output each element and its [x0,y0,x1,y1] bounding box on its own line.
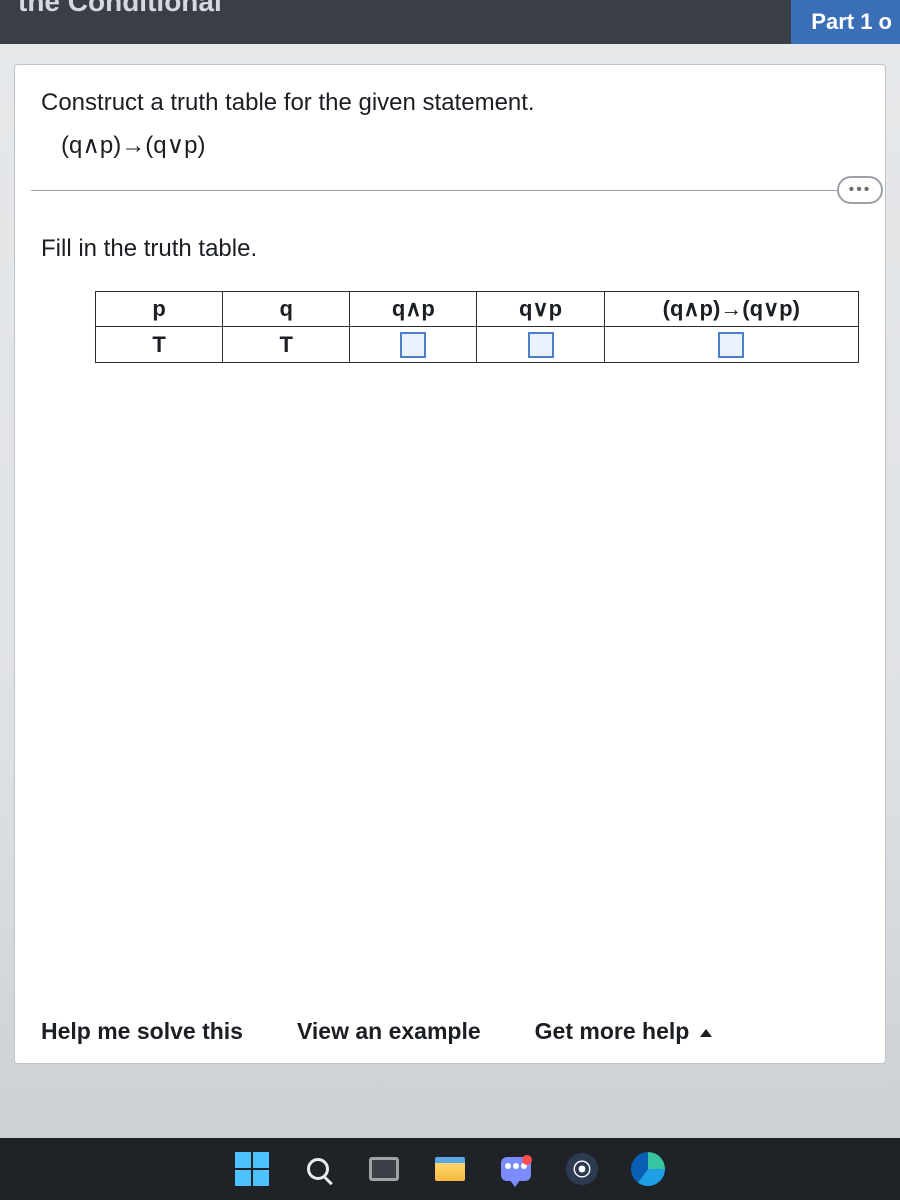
cell-p: T [96,327,223,363]
help-toolbar: Help me solve this View an example Get m… [41,1018,859,1045]
table-row: T T [96,327,859,363]
start-button[interactable] [234,1151,270,1187]
question-formula: (q∧p)→(q∨p) [61,131,859,160]
get-more-help-button[interactable]: Get more help [535,1018,712,1045]
cell-qandp [350,327,477,363]
windows-logo-icon [235,1152,269,1186]
file-explorer-button[interactable] [432,1151,468,1187]
app-header: the Conditional Part 1 o [0,0,900,44]
table-header-row: p q q∧p q∨p (q∧p)→(q∨p) [96,292,859,327]
part-label: Part 1 o [811,9,892,35]
edge-browser-button[interactable] [630,1151,666,1187]
part-indicator: Part 1 o [791,0,900,44]
zoom-button[interactable]: ⦿ [564,1151,600,1187]
question-panel: Construct a truth table for the given st… [14,64,886,1064]
edge-icon [631,1152,665,1186]
col-header-qandp: q∧p [350,292,477,327]
help-me-solve-button[interactable]: Help me solve this [41,1018,243,1045]
file-explorer-icon [435,1157,465,1181]
search-button[interactable] [300,1151,336,1187]
col-header-qorp: q∨p [477,292,604,327]
header-title: the Conditional [18,0,222,18]
answer-input-implication[interactable] [718,332,744,358]
cell-qorp [477,327,604,363]
col-header-p: p [96,292,223,327]
windows-taskbar: ⦿ [0,1138,900,1200]
question-prompt: Construct a truth table for the given st… [41,89,859,117]
instruction-text: Fill in the truth table. [41,235,859,263]
task-view-icon [369,1157,399,1181]
col-header-implication: (q∧p)→(q∨p) [604,292,858,327]
get-more-help-label: Get more help [535,1018,690,1044]
view-example-button[interactable]: View an example [297,1018,481,1045]
answer-input-qandp[interactable] [400,332,426,358]
chat-button[interactable] [498,1151,534,1187]
cell-implication [604,327,858,363]
truth-table: p q q∧p q∨p (q∧p)→(q∨p) T T [95,291,859,363]
task-view-button[interactable] [366,1151,402,1187]
magnifier-icon: ⦿ [566,1153,598,1185]
search-icon [307,1158,329,1180]
notification-dot-icon [522,1155,532,1165]
cell-q: T [223,327,350,363]
section-divider: ••• [31,190,879,191]
caret-up-icon [700,1029,712,1037]
col-header-q: q [223,292,350,327]
answer-input-qorp[interactable] [528,332,554,358]
ellipsis-icon: ••• [849,181,872,199]
more-options-button[interactable]: ••• [837,176,883,204]
